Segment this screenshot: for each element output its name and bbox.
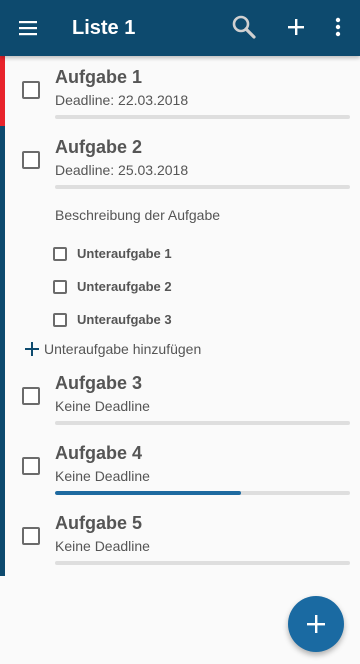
- progress-bar: [55, 115, 350, 119]
- subtask-checkbox[interactable]: [53, 247, 67, 261]
- task-title: Aufgabe 5: [55, 513, 143, 533]
- add-subtask-label: Unteraufgabe hinzufügen: [44, 341, 202, 357]
- task-deadline: Keine Deadline: [55, 468, 150, 484]
- priority-stripe: [0, 56, 5, 126]
- task-checkbox[interactable]: [22, 457, 40, 475]
- more-vert-icon[interactable]: [326, 15, 350, 39]
- task-title: Aufgabe 1: [55, 67, 143, 87]
- menu-icon[interactable]: [16, 16, 40, 40]
- priority-stripe: [0, 366, 5, 436]
- add-subtask-button[interactable]: Unteraufgabe hinzufügen: [24, 340, 201, 358]
- task-item[interactable]: Aufgabe 1 Deadline: 22.03.2018: [0, 56, 360, 126]
- subtask-checkbox[interactable]: [53, 280, 67, 294]
- plus-icon: [25, 342, 39, 356]
- task-checkbox[interactable]: [22, 387, 40, 405]
- task-deadline: Deadline: 22.03.2018: [55, 92, 189, 108]
- task-item[interactable]: Aufgabe 5 Keine Deadline: [0, 506, 360, 576]
- progress-bar: [55, 185, 350, 189]
- task-title: Aufgabe 3: [55, 373, 143, 393]
- task-checkbox[interactable]: [22, 151, 40, 169]
- subtask-label: Unteraufgabe 2: [77, 279, 172, 294]
- subtask-item[interactable]: Unteraufgabe 1: [53, 245, 172, 263]
- task-deadline: Deadline: 25.03.2018: [55, 162, 189, 178]
- progress-bar: [55, 561, 350, 565]
- task-list: Aufgabe 1 Deadline: 22.03.2018 Aufgabe 2…: [0, 56, 360, 576]
- task-deadline: Keine Deadline: [55, 398, 150, 414]
- subtask-item[interactable]: Unteraufgabe 2: [53, 278, 172, 296]
- subtask-label: Unteraufgabe 3: [77, 312, 172, 327]
- page-title: Liste 1: [72, 17, 136, 39]
- task-description: Beschreibung der Aufgabe: [55, 207, 221, 223]
- task-deadline: Keine Deadline: [55, 538, 150, 554]
- task-item[interactable]: Aufgabe 3 Keine Deadline: [0, 366, 360, 436]
- priority-stripe: [0, 436, 5, 506]
- add-task-fab[interactable]: [288, 596, 344, 652]
- task-item[interactable]: Aufgabe 4 Keine Deadline: [0, 436, 360, 506]
- app-bar: Liste 1: [0, 0, 360, 56]
- priority-stripe: [0, 506, 5, 576]
- plus-icon[interactable]: [284, 15, 308, 39]
- subtask-item[interactable]: Unteraufgabe 3: [53, 311, 172, 329]
- priority-stripe: [0, 126, 5, 366]
- search-icon[interactable]: [231, 14, 257, 40]
- task-checkbox[interactable]: [22, 527, 40, 545]
- task-item-expanded[interactable]: Aufgabe 2 Deadline: 25.03.2018 Beschreib…: [0, 126, 360, 366]
- plus-icon: [307, 615, 325, 633]
- task-checkbox[interactable]: [22, 81, 40, 99]
- progress-bar: [55, 421, 350, 425]
- task-title: Aufgabe 2: [55, 137, 143, 157]
- task-title: Aufgabe 4: [55, 443, 143, 463]
- subtask-checkbox[interactable]: [53, 313, 67, 327]
- subtask-label: Unteraufgabe 1: [77, 246, 172, 261]
- progress-bar: [55, 491, 350, 495]
